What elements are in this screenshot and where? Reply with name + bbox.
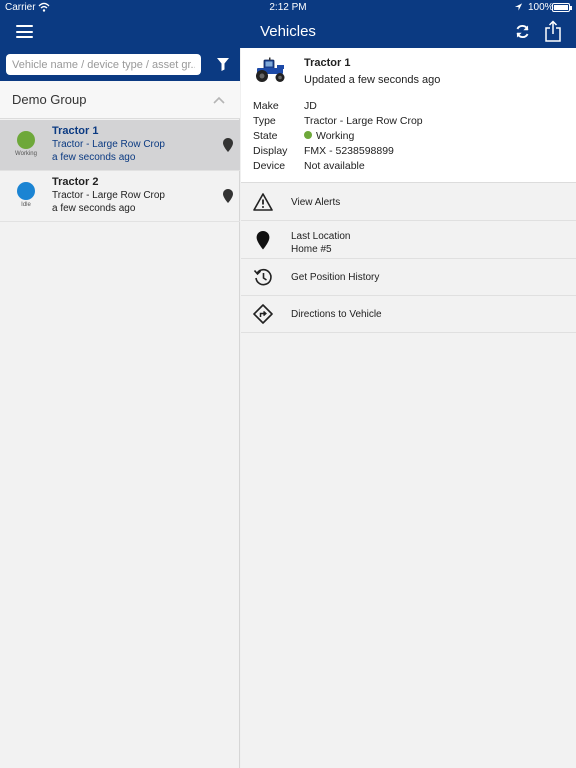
- view-alerts-button[interactable]: View Alerts: [241, 184, 576, 221]
- action-label: View Alerts: [291, 197, 341, 208]
- property-key: Make: [253, 100, 279, 112]
- battery-icon: [552, 3, 572, 12]
- tractor-icon: [256, 57, 285, 82]
- location-pin-icon: [256, 231, 270, 250]
- share-icon[interactable]: [544, 20, 562, 42]
- property-value: Tractor - Large Row Crop: [304, 115, 423, 127]
- vehicle-row-tractor-2[interactable]: Idle Tractor 2 Tractor - Large Row Crop …: [0, 171, 240, 222]
- vehicle-updated: a few seconds ago: [52, 152, 136, 163]
- location-pin-icon[interactable]: [223, 138, 233, 152]
- battery-percent: 100%: [528, 2, 554, 13]
- search-input[interactable]: [6, 54, 201, 75]
- position-history-button[interactable]: Get Position History: [241, 259, 576, 296]
- status-dot: [17, 182, 35, 200]
- action-label-group: Last Location Home #5: [291, 230, 351, 256]
- detail-updated: Updated a few seconds ago: [304, 74, 441, 86]
- vehicle-name: Tractor 2: [52, 176, 99, 188]
- status-bar: Carrier 2:12 PM 100%: [0, 0, 576, 16]
- filter-icon[interactable]: [217, 58, 229, 71]
- directions-button[interactable]: Directions to Vehicle: [241, 296, 576, 333]
- last-location-button[interactable]: Last Location Home #5: [241, 222, 576, 259]
- property-key: Display: [253, 145, 288, 157]
- nav-bar: Vehicles: [0, 16, 576, 48]
- group-name: Demo Group: [12, 92, 87, 107]
- property-value: Working: [316, 130, 355, 142]
- action-label: Get Position History: [291, 272, 380, 283]
- vehicle-detail-panel: Tractor 1 Updated a few seconds ago Make…: [241, 48, 576, 768]
- location-arrow-icon: [514, 3, 523, 11]
- property-key: Type: [253, 115, 276, 127]
- status-label: Idle: [21, 202, 31, 208]
- vehicle-list-panel: Demo Group Working Tractor 1 Tractor - L…: [0, 48, 240, 768]
- action-sublabel: Home #5: [291, 244, 332, 255]
- vehicle-type: Tractor - Large Row Crop: [52, 139, 165, 150]
- search-bar: [0, 48, 240, 81]
- detail-vehicle-name: Tractor 1: [304, 57, 351, 69]
- history-icon: [253, 268, 272, 286]
- location-pin-icon[interactable]: [223, 189, 233, 203]
- status-label: Working: [15, 151, 37, 157]
- state-dot: [304, 131, 312, 139]
- action-label: Last Location: [291, 231, 351, 242]
- status-dot: [17, 131, 35, 149]
- warning-icon: [253, 193, 273, 211]
- action-label: Directions to Vehicle: [291, 309, 382, 320]
- property-value: Not available: [304, 160, 365, 172]
- vehicle-detail-card: Tractor 1 Updated a few seconds ago Make…: [241, 48, 576, 183]
- refresh-icon[interactable]: [514, 23, 531, 40]
- vehicle-name: Tractor 1: [52, 125, 99, 137]
- vehicle-type: Tractor - Large Row Crop: [52, 190, 165, 201]
- property-key: State: [253, 130, 278, 142]
- property-key: Device: [253, 160, 286, 172]
- vehicle-updated: a few seconds ago: [52, 203, 136, 214]
- directions-icon: [253, 304, 273, 324]
- property-value: JD: [304, 100, 317, 112]
- page-title: Vehicles: [260, 23, 316, 40]
- group-header[interactable]: Demo Group: [0, 81, 240, 119]
- status-time: 2:12 PM: [269, 2, 307, 13]
- vehicle-row-tractor-1[interactable]: Working Tractor 1 Tractor - Large Row Cr…: [0, 120, 240, 171]
- property-value: FMX - 5238598899: [304, 145, 394, 157]
- property-value-state: Working: [304, 130, 354, 142]
- chevron-up-icon[interactable]: [213, 96, 225, 104]
